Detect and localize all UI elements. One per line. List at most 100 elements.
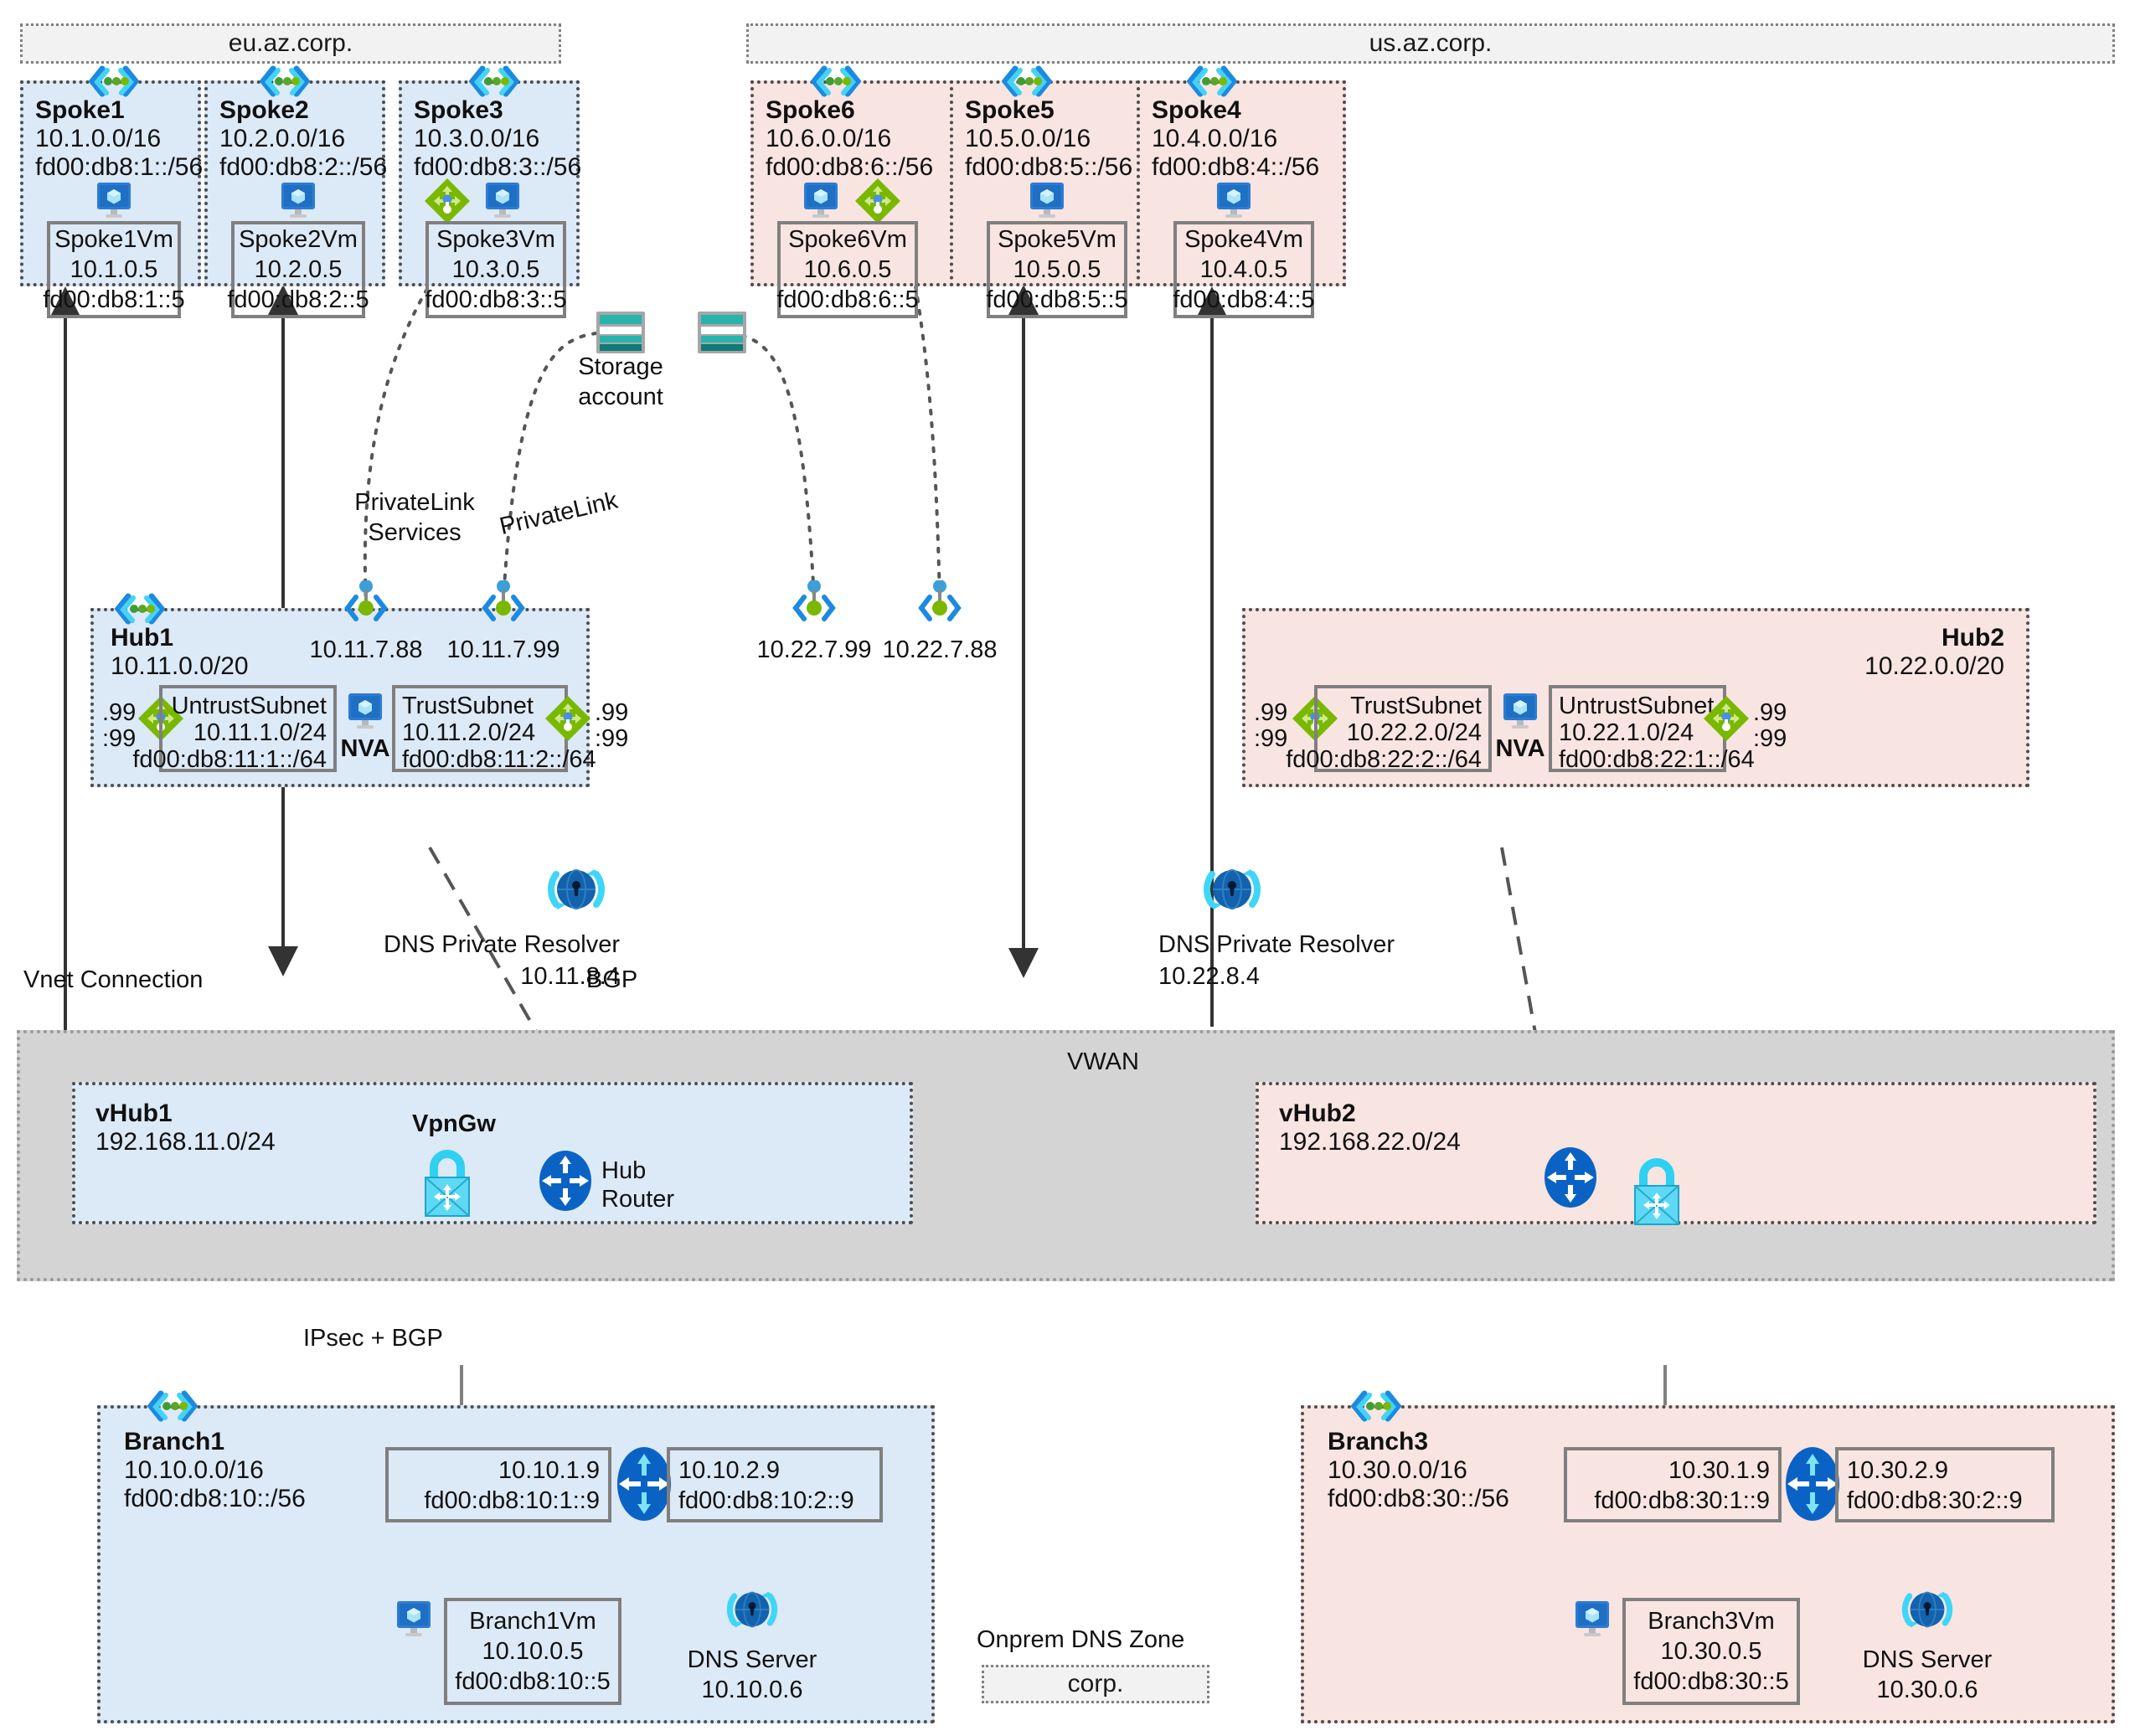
vm-box-spoke5vm[interactable]: Spoke5Vm 10.5.0.5 fd00:db8:5::5 (986, 221, 1128, 318)
hub2-trust-cidr4: 10.22.2.0/24 (1346, 719, 1482, 746)
vnet-spoke3[interactable]: Spoke3 10.3.0.0/16 fd00:db8:3::/56 Spoke… (399, 80, 581, 318)
branch1-left-ipv6: fd00:db8:10:1::9 (424, 1487, 600, 1514)
branch3-dns-ip: 10.30.0.6 (1876, 1677, 1978, 1703)
hub-router-label-1-line1: Hub (601, 1157, 647, 1184)
vnet-spoke6[interactable]: Spoke6 10.6.0.0/16 fd00:db8:6::/56 Spoke… (750, 80, 960, 318)
spoke5-vm-ipv4: 10.5.0.5 (1013, 255, 1101, 283)
spoke1-vm-name: Spoke1Vm (54, 225, 173, 253)
vnet-spoke4[interactable]: Spoke4 10.4.0.0/16 fd00:db8:4::/56 Spoke… (1137, 80, 1346, 318)
branch1-left-if-box[interactable]: 10.10.1.9 fd00:db8:10:1::9 (385, 1447, 611, 1522)
storage-label-line1: Storage (578, 353, 663, 380)
vnet-peering-icon (259, 65, 311, 101)
branch1-right-ipv4: 10.10.2.9 (678, 1457, 780, 1484)
vwan-label: VWAN (1067, 1048, 1139, 1075)
storage-account-icon-us (698, 312, 746, 358)
hub1-nva-label: NVA (340, 735, 390, 762)
vnet-peering-icon (810, 65, 862, 101)
spoke5-vm-name: Spoke5Vm (998, 225, 1116, 253)
spoke5-cidr6: fd00:db8:5::/56 (965, 153, 1133, 181)
spoke4-vm-ipv6: fd00:db8:4::5 (1173, 286, 1315, 314)
spoke6-vm-name: Spoke6Vm (788, 225, 907, 253)
vhub1-title: vHub1 (95, 1100, 173, 1127)
vm-box-spoke1vm[interactable]: Spoke1Vm 10.1.0.5 fd00:db8:1::5 (43, 221, 185, 318)
branch3-title: Branch3 (1328, 1428, 1429, 1455)
hub-router-icon-2 (1541, 1146, 1600, 1213)
dns-zone-eu-label: eu.az.corp. (228, 29, 353, 57)
hub2-resolver-label: DNS Private Resolver (1158, 931, 1395, 958)
vhub2-cidr: 192.168.22.0/24 (1279, 1128, 1461, 1156)
vm-box-spoke2vm[interactable]: Spoke2Vm 10.2.0.5 fd00:db8:2::5 (227, 221, 369, 318)
branch-router-icon (615, 1445, 673, 1527)
spoke2-vm-ipv6: fd00:db8:2::5 (227, 286, 369, 314)
subnet-box-hub2-untrust[interactable]: UntrustSubnet 10.22.1.0/24 fd00:db8:22:1… (1549, 685, 1755, 773)
vm-icon (482, 183, 523, 224)
vnet-peering-icon (1186, 65, 1238, 101)
hub2-untrust-name: UntrustSubnet (1559, 693, 1715, 719)
spoke3-vm-ipv4: 10.3.0.5 (451, 255, 540, 283)
vnet-branch1[interactable]: Branch1 10.10.0.0/16 fd00:db8:10::/56 10… (97, 1405, 935, 1723)
subnet-box-hub2-trust[interactable]: TrustSubnet 10.22.2.0/24 fd00:db8:22:2::… (1286, 685, 1492, 773)
storage-account-icon-eu (596, 312, 645, 358)
branch3-right-if-box[interactable]: 10.30.2.9 fd00:db8:30:2::9 (1835, 1447, 2055, 1522)
vhub2-box[interactable]: vHub2 192.168.22.0/24 (1256, 1082, 2096, 1225)
vnet-branch3[interactable]: Branch3 10.30.0.0/16 fd00:db8:30::/56 10… (1301, 1405, 2115, 1723)
dns-zone-us-label: us.az.corp. (1369, 29, 1493, 57)
vwan-container[interactable]: VWAN vHub1 192.168.11.0/24 VpnGw Hub Rou… (17, 1030, 2115, 1281)
spoke3-vm-ipv6: fd00:db8:3::5 (425, 286, 567, 314)
spoke3-cidr4: 10.3.0.0/16 (414, 125, 540, 152)
hub-router-icon-1 (536, 1149, 595, 1217)
hub1-untrust-cidr6: fd00:db8:11:1::/64 (132, 746, 327, 773)
subnet-box-hub1-trust[interactable]: TrustSubnet 10.11.2.0/24 fd00:db8:11:2::… (392, 685, 596, 773)
vnet-peering-icon (1350, 1390, 1402, 1426)
spoke2-vm-ipv4: 10.2.0.5 (254, 255, 343, 283)
hub1-right-ipv6-suffix: :99 (595, 725, 629, 752)
vnet-spoke5[interactable]: Spoke5 10.5.0.0/16 fd00:db8:5::/56 Spoke… (950, 80, 1159, 318)
onprem-dns-zone-name: corp. (1067, 1670, 1124, 1697)
branch-router-icon (1783, 1445, 1842, 1527)
route-server-icon (544, 695, 591, 746)
vnet-peering-icon (1001, 65, 1053, 101)
hub1-trust-cidr4: 10.11.2.0/24 (402, 719, 536, 746)
vm-icon (801, 183, 841, 224)
hub1-left-ipv6-suffix: :99 (102, 725, 137, 752)
branch3-cidr4: 10.30.0.0/16 (1328, 1456, 1467, 1484)
vm-box-spoke6vm[interactable]: Spoke6Vm 10.6.0.5 fd00:db8:6::5 (776, 221, 919, 318)
spoke2-cidr6: fd00:db8:2::/56 (219, 153, 388, 181)
hub2-nva-label: NVA (1495, 735, 1545, 762)
privatelink-services-line2: Services (368, 519, 462, 547)
vm-box-branch3vm[interactable]: Branch3Vm 10.30.0.5 fd00:db8:30::5 (1622, 1598, 1800, 1705)
vnet-spoke1[interactable]: Spoke1 10.1.0.0/16 fd00:db8:1::/56 Spoke… (20, 80, 204, 318)
vm-icon (1027, 183, 1067, 224)
vnet-hub2[interactable]: Hub2 10.22.0.0/20 .99 :99 TrustSubnet 10… (1242, 608, 2029, 787)
vm-box-spoke4vm[interactable]: Spoke4Vm 10.4.0.5 fd00:db8:4::5 (1173, 221, 1315, 318)
spoke1-cidr4: 10.1.0.0/16 (35, 125, 162, 152)
branch1-right-if-box[interactable]: 10.10.2.9 fd00:db8:10:2::9 (667, 1447, 883, 1522)
vm-icon (1572, 1601, 1612, 1642)
vm-box-branch1vm[interactable]: Branch1Vm 10.10.0.5 fd00:db8:10::5 (444, 1598, 621, 1705)
private-endpoint-icon (789, 580, 839, 626)
spoke5-cidr4: 10.5.0.0/16 (965, 125, 1091, 152)
hub1-cidr: 10.11.0.0/20 (111, 652, 249, 680)
vnet-peering-icon (114, 593, 166, 629)
dns-private-resolver-icon (890, 520, 891, 535)
hub1-untrust-name: UntrustSubnet (171, 693, 327, 719)
branch3-right-ipv4: 10.30.2.9 (1847, 1457, 1948, 1484)
vm-icon (1214, 183, 1254, 224)
dns-zone-us: us.az.corp. (746, 23, 2115, 64)
hub2-title: Hub2 (1942, 624, 2004, 652)
spoke6-vm-ipv4: 10.6.0.5 (803, 255, 892, 283)
branch1-cidr6: fd00:db8:10::/56 (124, 1485, 306, 1512)
spoke1-cidr6: fd00:db8:1::/56 (35, 153, 204, 181)
hub2-left-ipv6-suffix: :99 (1254, 725, 1288, 752)
vhub1-box[interactable]: vHub1 192.168.11.0/24 VpnGw Hub Router (72, 1082, 913, 1224)
private-endpoint-icon (478, 580, 529, 626)
ipsec-bgp-label-left: IPsec + BGP (303, 1325, 443, 1352)
spoke6-vm-ipv6: fd00:db8:6::5 (776, 286, 919, 314)
vhub2-title: vHub2 (1279, 1100, 1356, 1127)
vnet-spoke2[interactable]: Spoke2 10.2.0.0/16 fd00:db8:2::/56 Spoke… (204, 80, 388, 318)
branch3-right-ipv6: fd00:db8:30:2::9 (1847, 1487, 2023, 1514)
branch3-left-if-box[interactable]: 10.30.1.9 fd00:db8:30:1::9 (1564, 1447, 1782, 1522)
onprem-dns-zone-label: Onprem DNS Zone (977, 1626, 1185, 1653)
vm-box-spoke3vm[interactable]: Spoke3Vm 10.3.0.5 fd00:db8:3::5 (425, 221, 567, 318)
subnet-box-hub1-untrust[interactable]: UntrustSubnet 10.11.1.0/24 fd00:db8:11:1… (132, 685, 337, 773)
